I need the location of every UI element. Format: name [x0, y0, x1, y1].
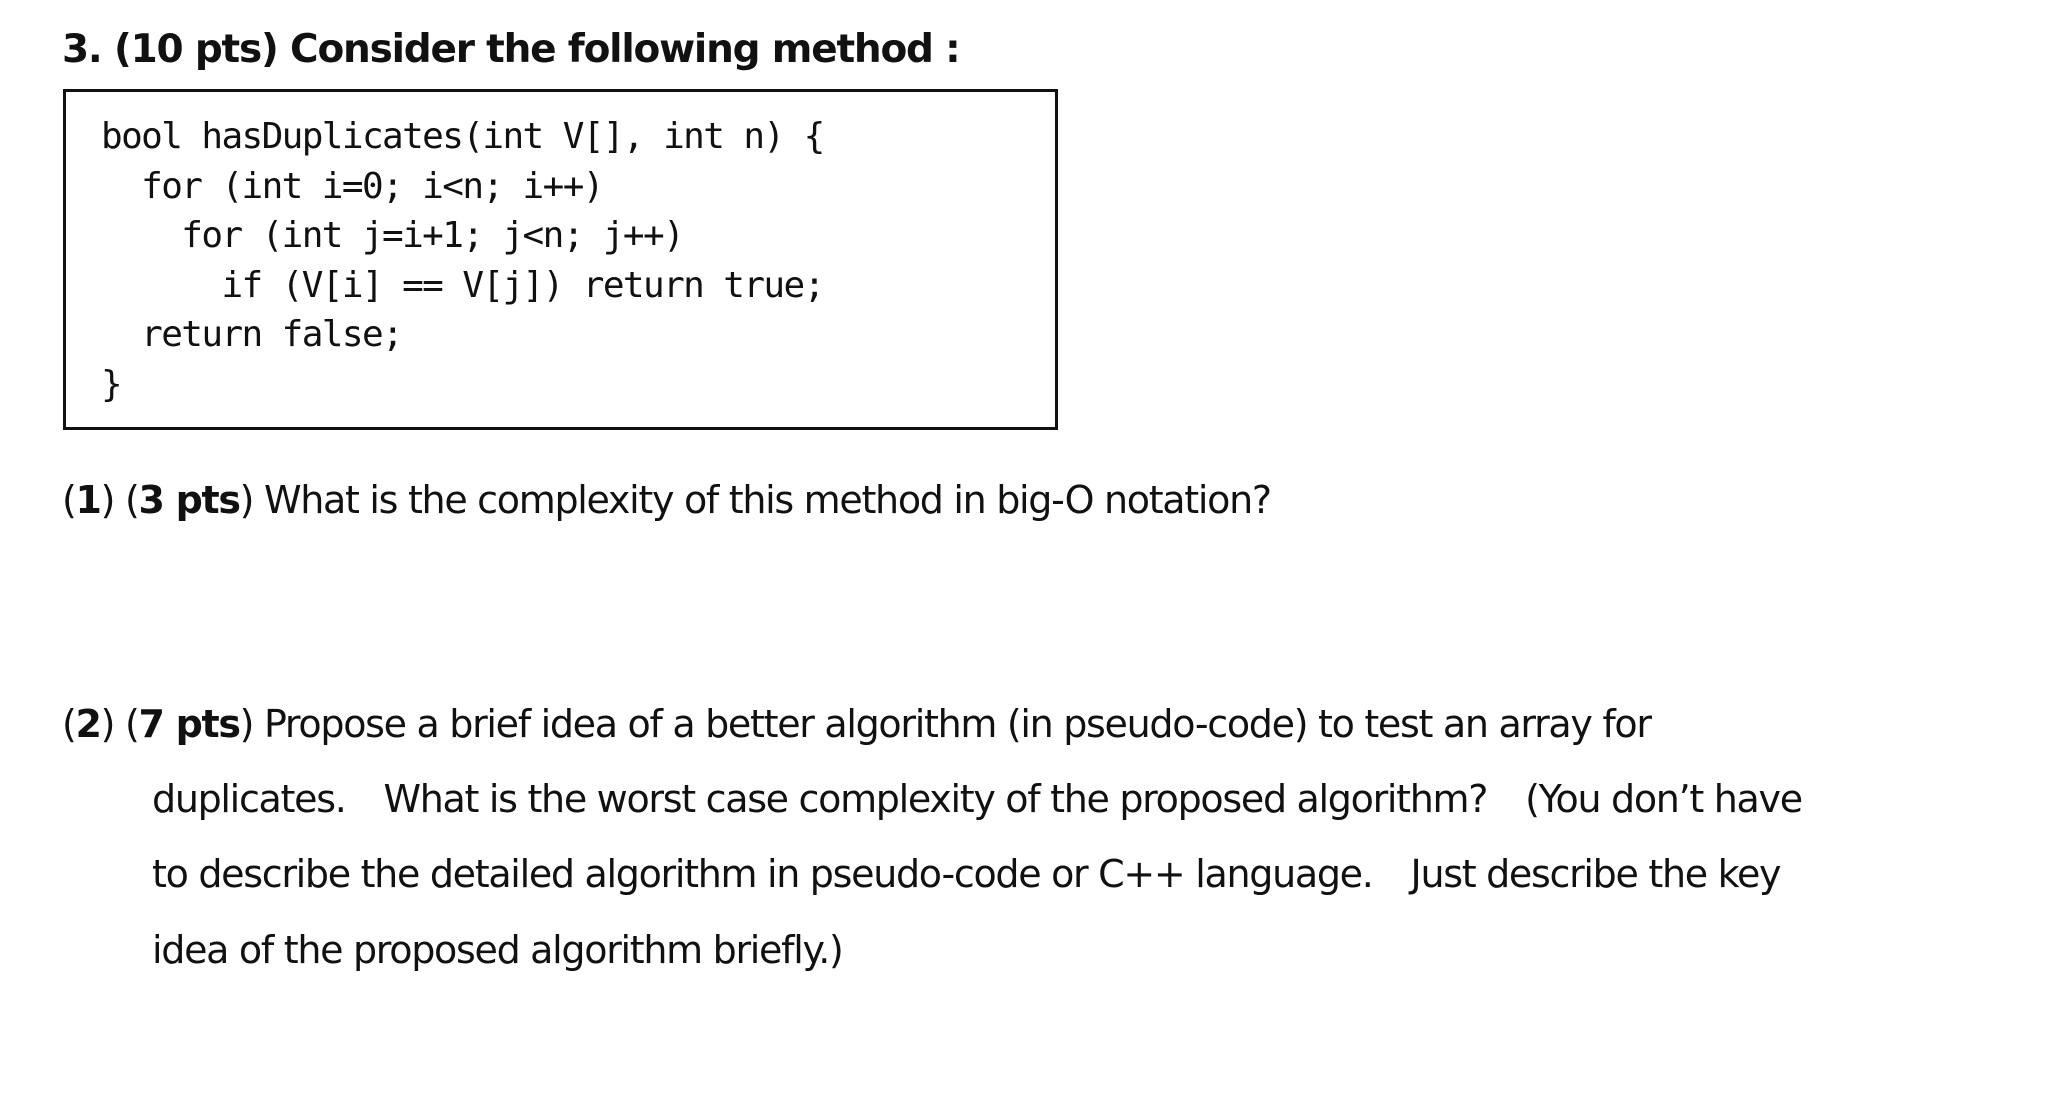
- paren: (: [124, 478, 140, 522]
- question-text: Just describe the key: [1410, 852, 1782, 896]
- question-number: 2: [75, 702, 102, 746]
- question-label: (2): [62, 702, 116, 746]
- paren: (: [62, 478, 77, 522]
- code-line: for (int j=i+1; j<n; j++): [101, 215, 684, 256]
- question-number: 1: [75, 478, 102, 522]
- code-line: for (int i=0; i<n; i++): [101, 165, 604, 207]
- question-text: duplicates.: [152, 777, 347, 821]
- question-text: to describe the detailed algorithm in ps…: [152, 852, 1374, 896]
- paren: (: [124, 702, 140, 746]
- paren: ): [239, 478, 255, 522]
- question-text: What is the complexity of this method in…: [263, 478, 1272, 522]
- question-text: (You don’t have: [1525, 777, 1803, 821]
- points-value: 7 pts: [138, 702, 241, 746]
- question-points: (3 pts): [124, 478, 255, 522]
- code-line: if (V[i] == V[j]) return true;: [101, 264, 825, 306]
- question-1: (1) (3 pts) What is the complexity of th…: [62, 474, 1272, 526]
- paren: ): [100, 478, 116, 522]
- question-2-continuation: duplicates. What is the worst case comple…: [152, 773, 1803, 825]
- paren: ): [239, 702, 255, 746]
- problem-heading: 3. (10 pts) Consider the following metho…: [62, 24, 961, 76]
- question-points: (7 pts): [124, 702, 255, 746]
- code-listing: bool hasDuplicates(int V[], int n) { for…: [101, 112, 825, 409]
- question-text: Propose a brief idea of a better algorit…: [263, 702, 1652, 746]
- code-line: return false;: [101, 314, 404, 355]
- code-block: bool hasDuplicates(int V[], int n) { for…: [63, 89, 1058, 430]
- question-text: idea of the proposed algorithm briefly.): [152, 928, 844, 972]
- problem-number: 3.: [62, 27, 103, 72]
- code-line: }: [101, 363, 123, 405]
- problem-heading-text: Consider the following method :: [290, 27, 961, 72]
- problem-points: (10 pts): [113, 27, 279, 72]
- question-2: (2) (7 pts) Propose a brief idea of a be…: [62, 698, 1652, 750]
- points-value: 3 pts: [138, 478, 241, 522]
- question-label: (1): [62, 478, 116, 522]
- paren: ): [100, 702, 116, 746]
- code-line: bool hasDuplicates(int V[], int n) {: [101, 116, 825, 157]
- question-2-continuation: idea of the proposed algorithm briefly.): [152, 924, 844, 976]
- paren: (: [62, 702, 77, 746]
- question-text: What is the worst case complexity of the…: [383, 777, 1488, 821]
- question-2-continuation: to describe the detailed algorithm in ps…: [152, 848, 1782, 900]
